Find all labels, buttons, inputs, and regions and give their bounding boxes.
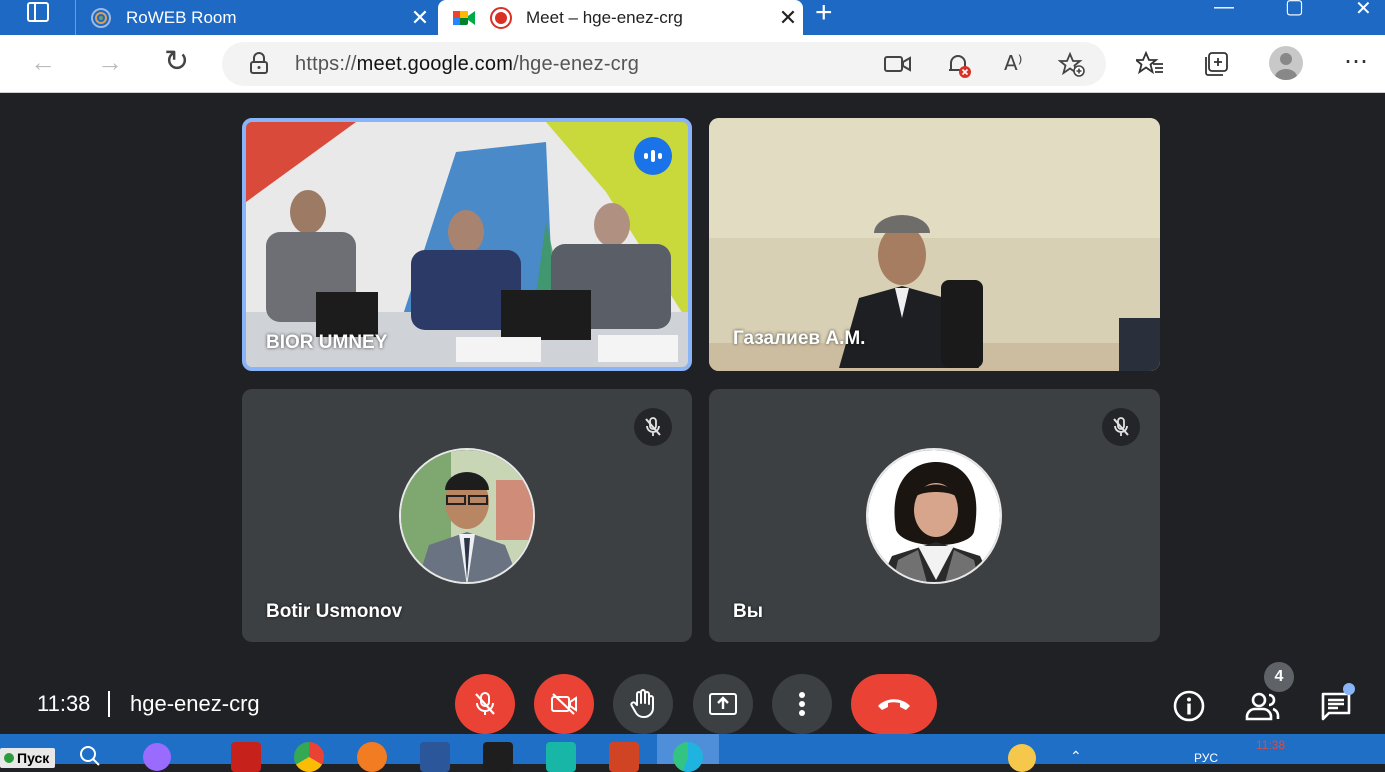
start-button[interactable]: Пуск	[0, 748, 56, 768]
raise-hand-button[interactable]	[613, 674, 673, 734]
camera-off-icon	[551, 693, 577, 715]
back-arrow-icon[interactable]: ←	[30, 47, 56, 78]
people-icon	[1245, 692, 1280, 721]
mic-muted-icon	[1102, 408, 1140, 446]
url-text[interactable]: https://meet.google.com/hge-enez-crg	[295, 53, 639, 76]
participant-photo-botir-usmonov	[399, 448, 535, 584]
tab-meet[interactable]: Meet – hge-enez-crg ✕	[438, 0, 803, 36]
more-options-button[interactable]	[772, 674, 832, 734]
search-icon[interactable]	[78, 744, 102, 768]
powerpoint-icon[interactable]	[609, 742, 639, 772]
present-icon	[709, 693, 737, 715]
vertical-dots-icon	[799, 692, 805, 716]
participant-name: Газалиев А.М.	[733, 328, 866, 349]
input-language[interactable]: РУС	[1194, 751, 1218, 765]
tray-chevron-icon[interactable]: ⌃	[1070, 748, 1082, 765]
collections-icon[interactable]	[1203, 51, 1231, 77]
address-bar[interactable]: https://meet.google.com/hge-enez-crg A⁾	[222, 42, 1106, 86]
participant-name: Botir Usmonov	[266, 601, 403, 622]
tab-title: Meet – hge-enez-crg	[526, 8, 683, 27]
roweb-favicon-icon	[91, 7, 111, 28]
favorites-icon[interactable]	[1136, 51, 1164, 77]
participant-tile-botir-usmonov[interactable]: Botir Usmonov	[242, 389, 692, 642]
mic-muted-icon	[634, 408, 672, 446]
divider	[108, 691, 110, 717]
participant-tile-bior-umney[interactable]: BIOR UMNEY	[242, 118, 692, 371]
taskbar-clock[interactable]: 11:38	[1256, 738, 1285, 752]
new-tab-button[interactable]: +	[815, 0, 833, 30]
close-tab-icon[interactable]: ✕	[405, 5, 435, 31]
chat-notification-dot	[1343, 683, 1355, 695]
raise-hand-icon	[630, 689, 654, 718]
profile-avatar-icon[interactable]	[1269, 46, 1303, 80]
meeting-controls-bar: 11:38 hge-enez-crg	[0, 660, 1385, 734]
windows-taskbar: Пуск ⌃ РУС 11:38	[0, 734, 1385, 772]
tab-title: RoWEB Room	[126, 7, 237, 27]
chrome-icon[interactable]	[294, 742, 324, 772]
forward-arrow-icon[interactable]: →	[97, 47, 123, 78]
people-button[interactable]	[1243, 686, 1283, 726]
close-window-icon[interactable]: ✕	[1355, 0, 1372, 21]
word-icon[interactable]	[420, 742, 450, 772]
speaking-indicator-icon	[634, 137, 672, 175]
participant-name: BIOR UMNEY	[266, 332, 388, 353]
tab-actions-icon[interactable]	[27, 2, 49, 22]
recording-icon	[490, 7, 512, 29]
firefox-icon[interactable]	[357, 742, 387, 772]
meeting-code: hge-enez-crg	[130, 691, 260, 716]
microphone-off-button[interactable]	[455, 674, 515, 734]
notifications-blocked-icon[interactable]	[945, 51, 973, 79]
close-tab-icon[interactable]: ✕	[773, 5, 803, 31]
participant-name: Вы	[733, 601, 763, 622]
conference-video-image	[246, 122, 688, 367]
edge-taskbar-button[interactable]	[657, 734, 719, 772]
acrobat-reader-icon[interactable]	[231, 742, 261, 772]
participant-tile-gazaliev[interactable]: Газалиев А.М.	[709, 118, 1160, 371]
info-icon	[1173, 690, 1205, 722]
lock-icon[interactable]	[250, 52, 268, 74]
alice-assistant-icon[interactable]	[143, 743, 171, 771]
add-favorite-icon[interactable]	[1058, 52, 1086, 78]
read-aloud-icon[interactable]: A⁾	[1004, 51, 1023, 75]
minimize-icon[interactable]: —	[1214, 0, 1234, 19]
google-meet-favicon-icon	[453, 11, 475, 25]
camera-off-button[interactable]	[534, 674, 594, 734]
mic-off-icon	[475, 692, 495, 715]
tab-roweb-room[interactable]: RoWEB Room ✕	[75, 0, 435, 35]
meeting-details-button[interactable]	[1169, 686, 1209, 726]
camera-permission-icon[interactable]	[884, 54, 912, 74]
maximize-icon[interactable]: ▢	[1285, 0, 1304, 19]
refresh-icon[interactable]: ↻	[164, 44, 189, 79]
teams-app-icon[interactable]	[546, 742, 576, 772]
more-options-icon[interactable]: ⋯	[1344, 47, 1368, 76]
meeting-time: 11:38	[37, 691, 91, 716]
people-count-badge: 4	[1264, 662, 1294, 692]
present-screen-button[interactable]	[693, 674, 753, 734]
leave-call-button[interactable]	[851, 674, 937, 734]
browser-toolbar: ← → ↻ https://meet.google.com/hge-enez-c…	[0, 35, 1385, 93]
browser-title-bar: RoWEB Room ✕ Meet – hge-enez-crg ✕ + — ▢…	[0, 0, 1385, 36]
participant-photo-you	[866, 448, 1002, 584]
hang-up-icon	[878, 699, 910, 710]
camera-app-icon[interactable]	[483, 742, 513, 772]
weather-icon[interactable]	[1008, 744, 1036, 772]
edge-icon	[673, 742, 703, 772]
participant-tile-you[interactable]: Вы	[709, 389, 1160, 642]
